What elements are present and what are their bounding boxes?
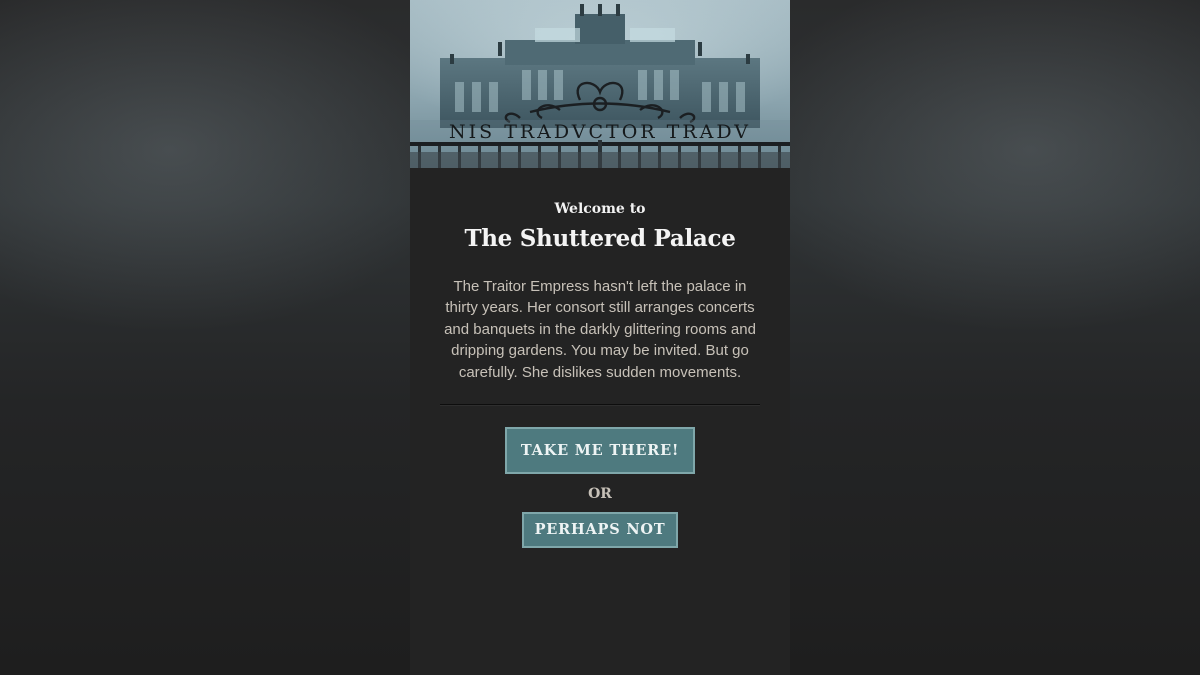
perhaps-not-button[interactable]: PERHAPS NOT xyxy=(522,512,678,549)
divider xyxy=(440,404,760,407)
story-description: The Traitor Empress hasn't left the pala… xyxy=(444,278,756,381)
palace-header-image: NIS TRADVCTOR TRADV xyxy=(410,0,790,168)
gate-inscription: NIS TRADVCTOR TRADV xyxy=(449,121,751,143)
story-card: NIS TRADVCTOR TRADV Welcome to The Shutt… xyxy=(410,0,790,675)
take-me-there-button[interactable]: TAKE ME THERE! xyxy=(505,427,695,475)
story-title: The Shuttered Palace xyxy=(464,225,736,252)
or-separator: OR xyxy=(588,486,612,503)
palace-gate-illustration: NIS TRADVCTOR TRADV xyxy=(410,0,790,168)
welcome-label: Welcome to xyxy=(554,201,646,217)
story-intro: Welcome to The Shuttered Palace The Trai… xyxy=(410,168,790,549)
